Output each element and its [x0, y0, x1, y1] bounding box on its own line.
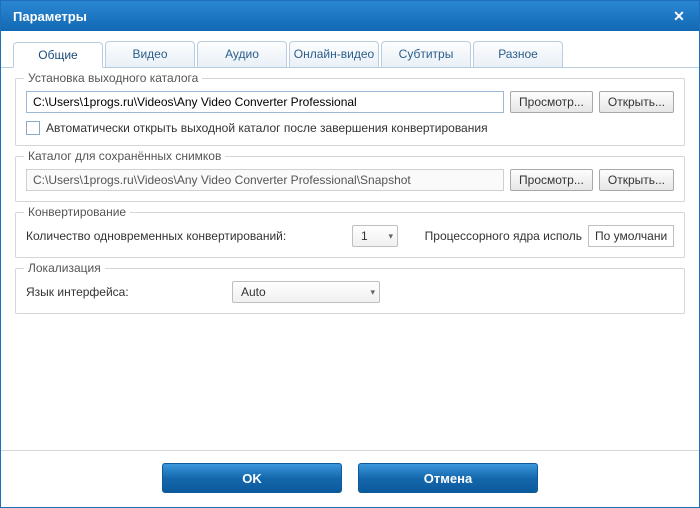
snapshot-open-button[interactable]: Открыть... [599, 169, 674, 191]
tab-misc[interactable]: Разное [473, 41, 563, 67]
titlebar: Параметры ✕ [1, 1, 699, 31]
conversion-legend: Конвертирование [24, 205, 130, 219]
chevron-down-icon: ▾ [370, 287, 375, 298]
tabs-bar: Общие Видео Аудио Онлайн-видео Субтитры … [1, 31, 699, 68]
chevron-down-icon: ▾ [388, 231, 393, 242]
language-select[interactable]: Auto ▾ [232, 281, 380, 303]
localization-legend: Локализация [24, 261, 105, 275]
language-label: Язык интерфейса: [26, 285, 226, 299]
simultaneous-value: 1 [361, 229, 368, 243]
window-title: Параметры [13, 9, 667, 24]
close-icon[interactable]: ✕ [667, 6, 691, 26]
snapshot-folder-group: Каталог для сохранённых снимков C:\Users… [15, 156, 685, 202]
cpu-cores-label: Процессорного ядра исполь [425, 229, 582, 243]
tab-online-video[interactable]: Онлайн-видео [289, 41, 379, 67]
output-folder-group: Установка выходного каталога Просмотр...… [15, 78, 685, 146]
language-value: Auto [241, 285, 266, 299]
tab-subtitles[interactable]: Субтитры [381, 41, 471, 67]
simultaneous-select[interactable]: 1 ▾ [352, 225, 398, 247]
tab-general[interactable]: Общие [13, 42, 103, 68]
conversion-group: Конвертирование Количество одновременных… [15, 212, 685, 258]
tab-audio[interactable]: Аудио [197, 41, 287, 67]
output-open-button[interactable]: Открыть... [599, 91, 674, 113]
tab-content: Установка выходного каталога Просмотр...… [1, 68, 699, 450]
cancel-button[interactable]: Отмена [358, 463, 538, 493]
snapshot-browse-button[interactable]: Просмотр... [510, 169, 593, 191]
output-path-input[interactable] [26, 91, 504, 113]
output-browse-button[interactable]: Просмотр... [510, 91, 593, 113]
auto-open-checkbox[interactable] [26, 121, 40, 135]
snapshot-folder-legend: Каталог для сохранённых снимков [24, 149, 225, 163]
cpu-cores-value[interactable]: По умолчани [588, 225, 674, 247]
auto-open-label: Автоматически открыть выходной каталог п… [46, 121, 488, 135]
localization-group: Локализация Язык интерфейса: Auto ▾ [15, 268, 685, 314]
output-folder-legend: Установка выходного каталога [24, 71, 202, 85]
tab-video[interactable]: Видео [105, 41, 195, 67]
ok-button[interactable]: OK [162, 463, 342, 493]
simultaneous-label: Количество одновременных конвертирований… [26, 229, 346, 243]
snapshot-path-display: C:\Users\1progs.ru\Videos\Any Video Conv… [26, 169, 504, 191]
footer: OK Отмена [1, 450, 699, 507]
